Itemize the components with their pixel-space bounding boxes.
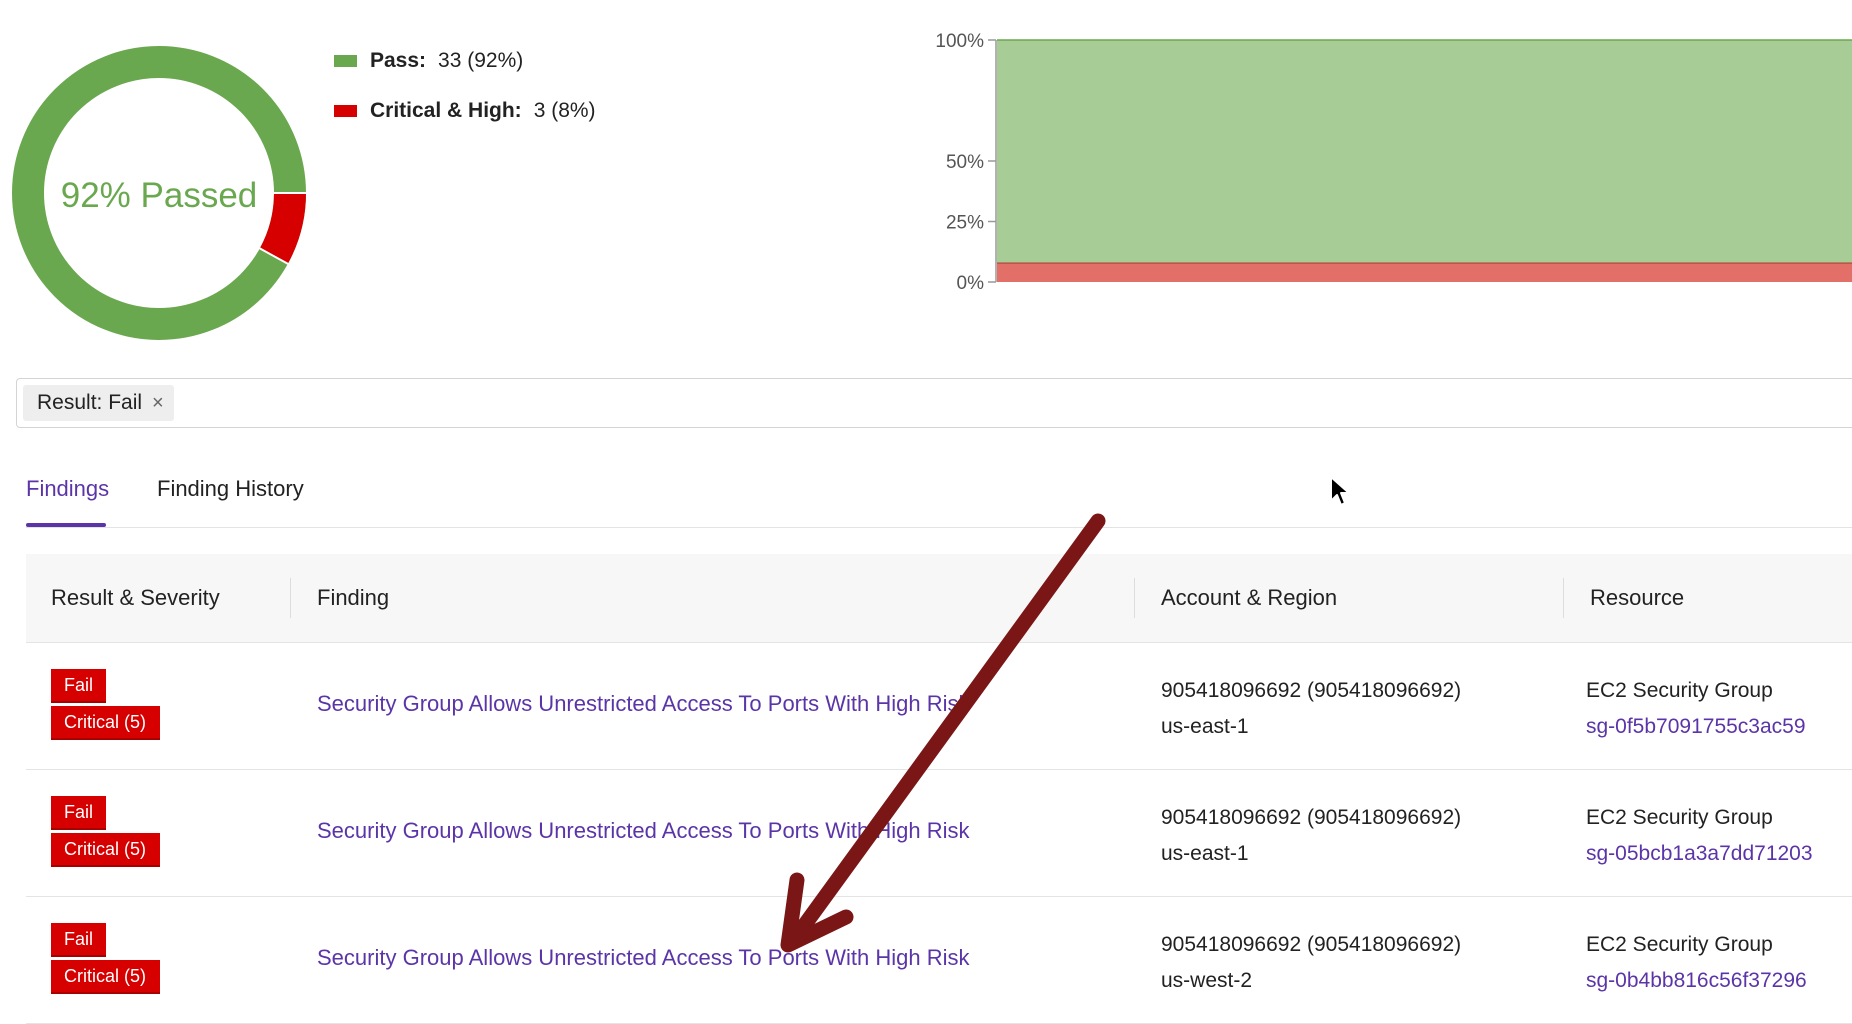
table-row[interactable]: Fail Critical (5) Security Group Allows … [26,770,1852,897]
region: us-west-2 [1161,969,1253,992]
account-id: 905418096692 (905418096692) [1161,933,1462,956]
resource-cell: EC2 Security Group sg-0f5b7091755c3ac59 [1586,673,1806,745]
legend-item-pass: Pass: 33 (92%) [334,46,523,76]
area-series-pass [997,40,1852,263]
resource-id-link[interactable]: sg-0b4bb816c56f37296 [1586,963,1807,999]
legend-swatch-pass [334,55,357,67]
severity-badge: Critical (5) [51,833,160,867]
mouse-pointer-icon [1330,476,1350,506]
table-row[interactable]: Fail Critical (5) Security Group Allows … [26,643,1852,770]
tab-divider [26,527,1852,528]
result-badge: Fail [51,796,106,830]
result-trend-chart: 100% 50% 25% 0% [935,31,1852,294]
legend-item-critical-high: Critical & High: 3 (8%) [334,96,596,126]
resource-type: EC2 Security Group [1586,806,1773,829]
close-icon[interactable]: × [152,392,164,415]
column-divider [1134,578,1135,618]
findings-table-header: Result & Severity Finding Account & Regi… [26,554,1852,643]
area-series-critical-high [997,262,1852,282]
column-header-finding[interactable]: Finding [317,554,389,642]
y-tick-label: 25% [946,213,984,234]
legend-swatch-critical-high [334,105,357,117]
column-header-result-severity[interactable]: Result & Severity [51,554,220,642]
severity-badge: Critical (5) [51,706,160,740]
severity-badge: Critical (5) [51,960,160,994]
finding-link[interactable]: Security Group Allows Unrestricted Acces… [317,818,969,844]
account-id: 905418096692 (905418096692) [1161,679,1462,702]
result-badge: Fail [51,923,106,957]
account-region-cell: 905418096692 (905418096692) us-east-1 [1161,800,1461,872]
resource-type: EC2 Security Group [1586,679,1773,702]
resource-id-link[interactable]: sg-05bcb1a3a7dd71203 [1586,836,1813,872]
y-tick-label: 0% [957,273,985,294]
tab-findings[interactable]: Findings [26,476,109,502]
legend-name: Pass: [370,49,427,72]
donut-center-label: 92% Passed [60,176,258,215]
column-header-account-region[interactable]: Account & Region [1161,554,1337,642]
resource-type: EC2 Security Group [1586,933,1773,956]
column-header-resource[interactable]: Resource [1590,554,1684,642]
finding-link[interactable]: Security Group Allows Unrestricted Acces… [317,691,969,717]
legend-value: 33 (92%) [438,49,524,72]
finding-link[interactable]: Security Group Allows Unrestricted Acces… [317,945,969,971]
resource-cell: EC2 Security Group sg-05bcb1a3a7dd71203 [1586,800,1813,872]
column-divider [290,578,291,618]
region: us-east-1 [1161,715,1249,738]
account-id: 905418096692 (905418096692) [1161,806,1462,829]
legend-value: 3 (8%) [533,99,596,122]
region: us-east-1 [1161,842,1249,865]
filter-chip: Result: Fail × [23,385,174,421]
resource-cell: EC2 Security Group sg-0b4bb816c56f37296 [1586,927,1807,999]
table-row[interactable]: Fail Critical (5) Security Group Allows … [26,897,1852,1024]
column-divider [1563,578,1564,618]
result-badge: Fail [51,669,106,703]
account-region-cell: 905418096692 (905418096692) us-east-1 [1161,673,1461,745]
filter-chip-label: Result: Fail [37,391,143,414]
filter-bar[interactable]: Result: Fail × [16,378,1852,428]
y-tick-label: 100% [935,31,984,52]
resource-id-link[interactable]: sg-0f5b7091755c3ac59 [1586,709,1806,745]
tab-finding-history[interactable]: Finding History [157,476,304,502]
account-region-cell: 905418096692 (905418096692) us-west-2 [1161,927,1461,999]
y-tick-label: 50% [946,152,984,173]
legend-name: Critical & High: [370,99,522,122]
